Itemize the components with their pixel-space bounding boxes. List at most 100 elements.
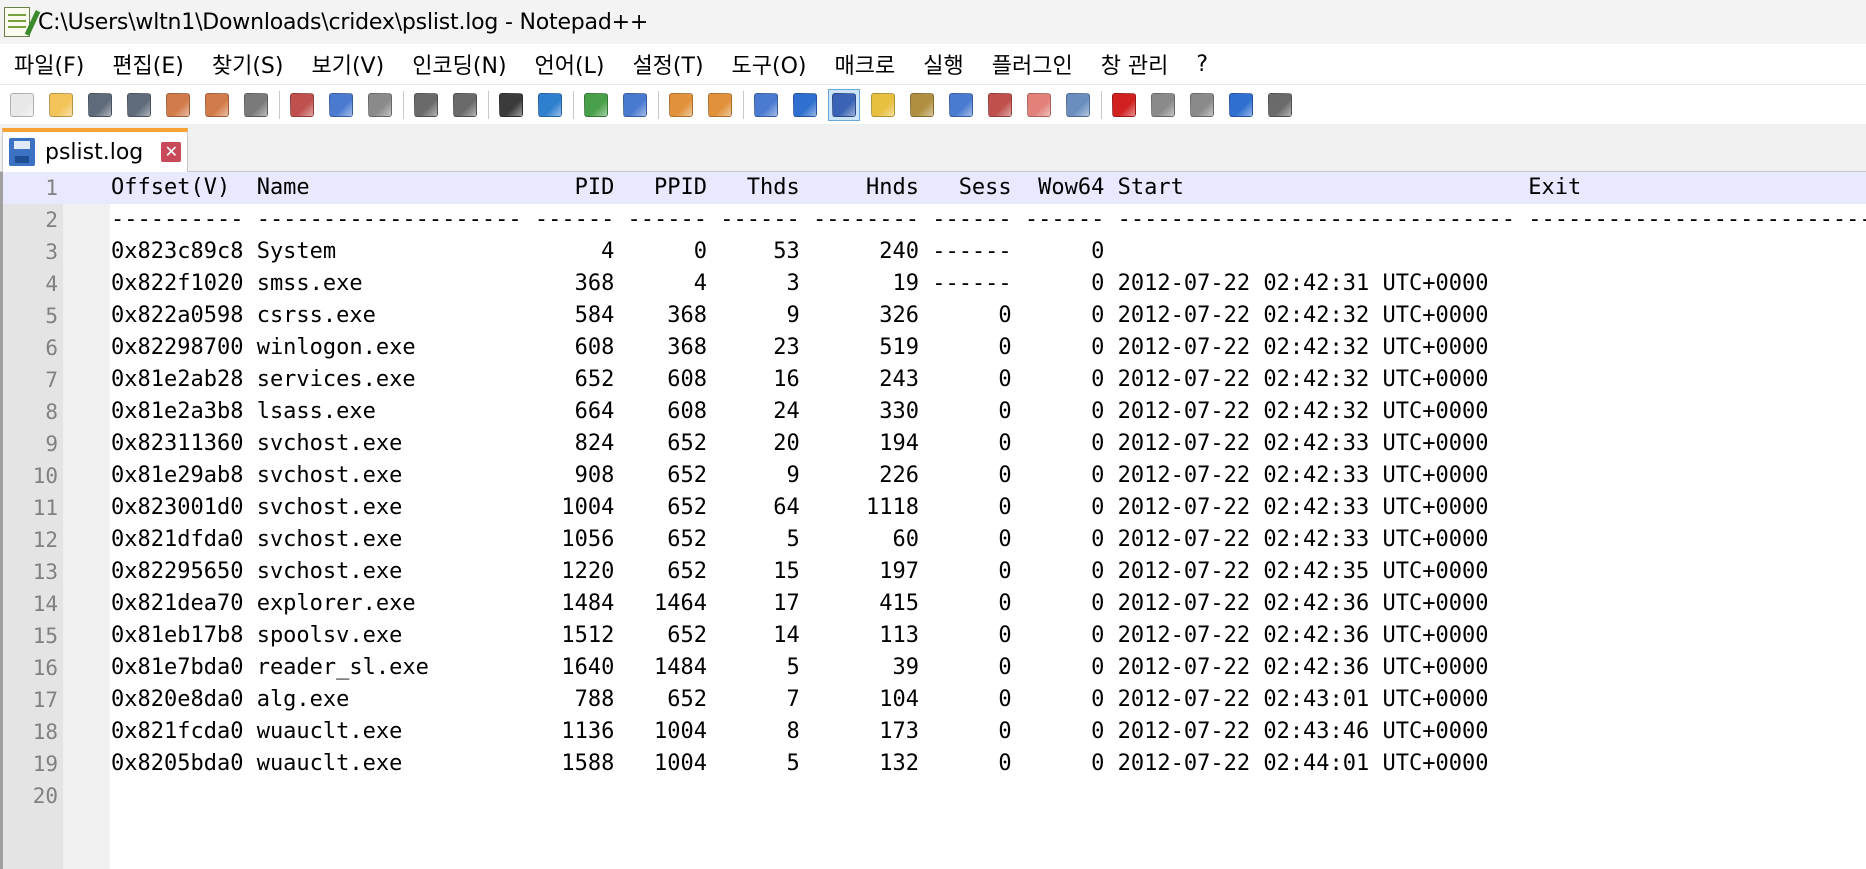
zoom-in-button[interactable]: [580, 89, 612, 121]
line-text: 0x822a0598 csrss.exe 584 368 9 326 0 0 2…: [111, 303, 1489, 328]
sync-horizontal-button[interactable]: [704, 89, 736, 121]
text-line[interactable]: 18 0x821fcda0 wuauclt.exe 1136 1004 8 173…: [3, 716, 1866, 748]
text-line[interactable]: 6 0x82298700 winlogon.exe 608 368 23 519 …: [3, 332, 1866, 364]
replace-icon: [538, 92, 562, 117]
toolbar-separator: [488, 90, 489, 119]
show-all-chars-icon: [793, 92, 817, 117]
tab-pslist-log[interactable]: pslist.log ✕: [2, 128, 188, 172]
play-macro-button[interactable]: [1186, 89, 1218, 121]
tab-close-icon[interactable]: ✕: [161, 142, 182, 162]
run-macro-multiple-icon: [1229, 92, 1253, 117]
run-macro-multiple-button[interactable]: [1225, 89, 1257, 121]
doc-map-button[interactable]: [906, 89, 938, 121]
close-button[interactable]: [162, 89, 194, 121]
text-line[interactable]: 15 0x81eb17b8 spoolsv.exe 1512 652 14 113…: [3, 620, 1866, 652]
function-list-button[interactable]: [984, 89, 1016, 121]
sync-vertical-button[interactable]: [665, 89, 697, 121]
text-line[interactable]: 3 0x823c89c8 System 4 0 53 240 ------ 0: [3, 236, 1866, 268]
text-line[interactable]: 16 0x81e7bda0 reader_sl.exe 1640 1484 5 3…: [3, 652, 1866, 684]
save-icon: [88, 92, 112, 117]
menu-item-8[interactable]: 매크로: [821, 48, 910, 80]
text-line[interactable]: 1 Offset(V) Name PID PPID Thds Hnds Sess …: [3, 172, 1866, 204]
line-number: 6: [45, 336, 58, 360]
word-wrap-button[interactable]: [750, 89, 782, 121]
line-number: 12: [32, 528, 58, 552]
indent-guide-button[interactable]: [828, 88, 860, 121]
text-line[interactable]: 7 0x81e2ab28 services.exe 652 608 16 243 …: [3, 364, 1866, 396]
menu-item-3[interactable]: 보기(V): [297, 48, 398, 80]
text-line[interactable]: 8 0x81e2a3b8 lsass.exe 664 608 24 330 0 0…: [3, 396, 1866, 428]
sync-vertical-icon: [669, 92, 693, 117]
menu-item-2[interactable]: 찾기(S): [198, 48, 298, 80]
open-file-icon: [49, 92, 73, 117]
folder-workspace-button[interactable]: [1023, 89, 1055, 121]
line-number: 7: [45, 368, 58, 392]
text-line[interactable]: 12 0x821dfda0 svchost.exe 1056 652 5 60 0…: [3, 524, 1866, 556]
text-line[interactable]: 20: [3, 780, 1866, 812]
menu-item-9[interactable]: 실행: [909, 48, 977, 80]
menu-item-0[interactable]: 파일(F): [0, 48, 98, 80]
text-line[interactable]: 14 0x821dea70 explorer.exe 1484 1464 17 4…: [3, 588, 1866, 620]
record-macro-button[interactable]: [1108, 89, 1140, 121]
menu-item-5[interactable]: 언어(L): [521, 48, 619, 80]
text-line[interactable]: 2 ---------- -------------------- ------ …: [3, 204, 1866, 236]
save-all-button[interactable]: [123, 89, 155, 121]
open-file-button[interactable]: [45, 89, 77, 121]
line-number: 13: [32, 560, 58, 584]
language-button[interactable]: [867, 89, 899, 121]
editor-area[interactable]: 1 Offset(V) Name PID PPID Thds Hnds Sess …: [0, 172, 1866, 869]
new-file-button[interactable]: [6, 89, 38, 121]
redo-button[interactable]: [449, 89, 481, 121]
find-button[interactable]: [495, 89, 527, 121]
line-number: 3: [45, 240, 58, 264]
paste-button[interactable]: [364, 89, 396, 121]
cut-button[interactable]: [286, 89, 318, 121]
line-text: ---------- -------------------- ------ -…: [111, 207, 1866, 232]
redo-icon: [453, 92, 477, 117]
stop-macro-button[interactable]: [1147, 89, 1179, 121]
find-icon: [499, 92, 523, 117]
replace-button[interactable]: [534, 89, 566, 121]
text-line[interactable]: 9 0x82311360 svchost.exe 824 652 20 194 0…: [3, 428, 1866, 460]
undo-button[interactable]: [410, 89, 442, 121]
monitoring-icon: [1066, 92, 1090, 117]
menu-item-10[interactable]: 플러그인: [978, 48, 1087, 80]
line-text: 0x81e7bda0 reader_sl.exe 1640 1484 5 39 …: [111, 655, 1489, 680]
close-all-button[interactable]: [201, 89, 233, 121]
text-line[interactable]: 5 0x822a0598 csrss.exe 584 368 9 326 0 0 …: [3, 300, 1866, 332]
line-text: 0x82311360 svchost.exe 824 652 20 194 0 …: [111, 431, 1489, 456]
monitoring-button[interactable]: [1062, 89, 1094, 121]
menu-item-11[interactable]: 창 관리: [1087, 48, 1183, 80]
doc-list-button[interactable]: [945, 89, 977, 121]
line-number: 14: [32, 592, 58, 616]
save-macro-button[interactable]: [1264, 89, 1296, 121]
show-all-chars-button[interactable]: [789, 89, 821, 121]
print-icon: [244, 92, 268, 117]
menu-item-7[interactable]: 도구(O): [718, 48, 821, 80]
menu-item-6[interactable]: 설정(T): [618, 48, 717, 80]
line-text: 0x81eb17b8 spoolsv.exe 1512 652 14 113 0…: [111, 623, 1489, 648]
menu-item-4[interactable]: 인코딩(N): [398, 48, 520, 80]
zoom-out-icon: [623, 92, 647, 117]
notepad-plus-plus-app-icon: [4, 7, 30, 37]
save-button[interactable]: [84, 89, 116, 121]
copy-button[interactable]: [325, 89, 357, 121]
text-line[interactable]: 19 0x8205bda0 wuauclt.exe 1588 1004 5 132…: [3, 748, 1866, 780]
menu-item-1[interactable]: 편집(E): [98, 48, 198, 80]
record-macro-icon: [1112, 92, 1136, 117]
line-text: 0x82298700 winlogon.exe 608 368 23 519 0…: [111, 335, 1489, 360]
tab-bar: pslist.log ✕: [0, 124, 1866, 172]
line-number: 5: [45, 304, 58, 328]
line-number: 4: [45, 272, 58, 296]
line-text: 0x8205bda0 wuauclt.exe 1588 1004 5 132 0…: [111, 751, 1489, 776]
menu-item-12[interactable]: ?: [1182, 52, 1222, 77]
zoom-out-button[interactable]: [619, 89, 651, 121]
copy-icon: [329, 92, 353, 117]
line-text: 0x81e2a3b8 lsass.exe 664 608 24 330 0 0 …: [111, 399, 1489, 424]
print-button[interactable]: [240, 89, 272, 121]
text-line[interactable]: 10 0x81e29ab8 svchost.exe 908 652 9 226 0…: [3, 460, 1866, 492]
text-line[interactable]: 11 0x823001d0 svchost.exe 1004 652 64 111…: [3, 492, 1866, 524]
text-line[interactable]: 4 0x822f1020 smss.exe 368 4 3 19 ------ 0…: [3, 268, 1866, 300]
text-line[interactable]: 13 0x82295650 svchost.exe 1220 652 15 197…: [3, 556, 1866, 588]
text-line[interactable]: 17 0x820e8da0 alg.exe 788 652 7 104 0 0 2…: [3, 684, 1866, 716]
